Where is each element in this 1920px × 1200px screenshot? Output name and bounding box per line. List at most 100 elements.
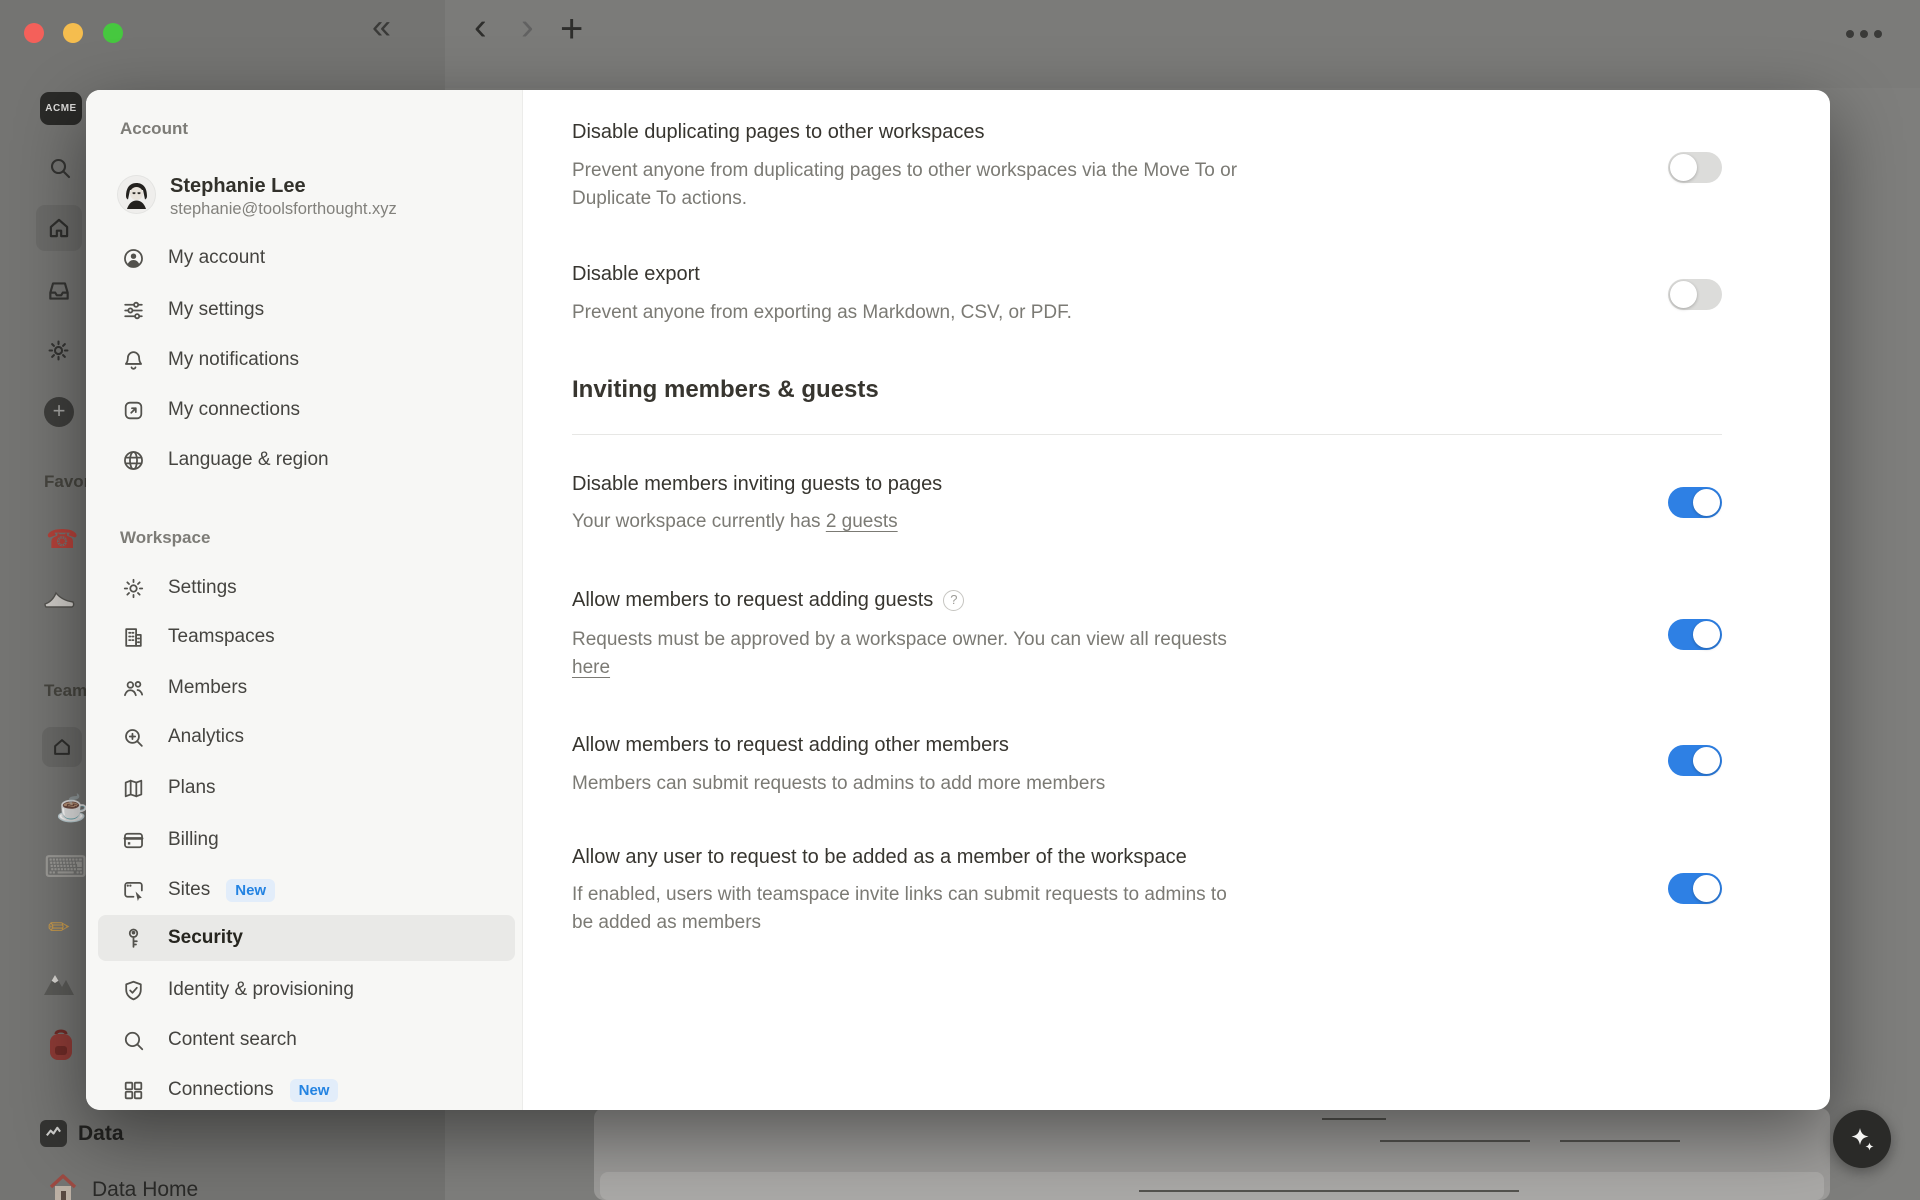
data-home-page-label[interactable]: Data Home	[92, 1178, 198, 1200]
sidebar-item-label: Connections	[168, 1079, 274, 1101]
sidebar-item-sites[interactable]: Sites New	[98, 867, 515, 913]
team-home-item[interactable]	[42, 727, 82, 767]
sidebar-item-settings[interactable]: Settings	[98, 565, 515, 611]
setting-title: Disable export	[572, 262, 700, 286]
sidebar-item-plans[interactable]: Plans	[98, 765, 515, 811]
sidebar-item-label: Teamspaces	[168, 626, 275, 648]
settings-sidebar: Account Stephanie Lee stephanie@toolsfor…	[86, 90, 523, 1110]
zoom-window-button[interactable]	[103, 23, 123, 43]
setting-description: Prevent anyone from exporting as Markdow…	[572, 299, 1072, 327]
add-page-button[interactable]: +	[44, 397, 74, 427]
people-icon	[120, 675, 146, 701]
sidebar-item-my-account[interactable]: My account	[98, 235, 515, 281]
toggle-knob	[1693, 875, 1720, 902]
toggle-request-join-workspace[interactable]	[1668, 873, 1722, 904]
sidebar-item-my-connections[interactable]: My connections	[98, 387, 515, 433]
sidebar-item-members[interactable]: Members	[98, 665, 515, 711]
sneaker-page-icon[interactable]	[42, 586, 76, 612]
sidebar-item-my-notifications[interactable]: My notifications	[98, 337, 515, 383]
sidebar-item-label: My account	[168, 247, 265, 269]
minimize-window-button[interactable]	[63, 23, 83, 43]
setting-description: Members can submit requests to admins to…	[572, 770, 1105, 798]
building-icon	[120, 624, 146, 650]
forward-icon[interactable]: ›	[521, 8, 534, 46]
more-options-icon[interactable]	[1845, 29, 1887, 39]
setting-title: Allow members to request adding other me…	[572, 733, 1009, 757]
requests-here-link[interactable]: here	[572, 657, 610, 678]
setting-description: here	[572, 654, 610, 682]
key-icon	[120, 925, 146, 951]
data-page-icon[interactable]	[40, 1120, 67, 1147]
setting-description: If enabled, users with teamspace invite …	[572, 881, 1227, 909]
settings-gear-icon[interactable]	[46, 338, 71, 363]
coffee-page-icon[interactable]: ☕	[56, 793, 88, 824]
sidebar-item-label: Analytics	[168, 726, 244, 748]
credit-card-icon	[120, 827, 146, 853]
new-badge: New	[290, 1079, 339, 1102]
settings-modal: Account Stephanie Lee stephanie@toolsfor…	[86, 90, 1830, 1110]
toggle-knob	[1670, 281, 1697, 308]
sidebar-item-label: Billing	[168, 829, 219, 851]
sidebar-collapse-icon[interactable]: «	[372, 10, 391, 44]
dimmed-page-row	[600, 1172, 1824, 1200]
pencil-page-icon[interactable]: ✏	[48, 912, 70, 943]
sidebar-item-content-search[interactable]: Content search	[98, 1017, 515, 1063]
inbox-icon[interactable]	[46, 278, 72, 304]
backpack-page-icon[interactable]	[46, 1026, 76, 1062]
sidebar-item-label: My settings	[168, 299, 264, 321]
help-icon[interactable]: ?	[943, 590, 964, 611]
sidebar-item-label: My notifications	[168, 349, 299, 371]
sidebar-item-language-region[interactable]: Language & region	[98, 437, 515, 483]
ai-sparkle-button[interactable]	[1833, 1110, 1891, 1168]
toggle-disable-guest-invites[interactable]	[1668, 487, 1722, 518]
magnifier-icon	[120, 1027, 146, 1053]
sidebar-item-identity-provisioning[interactable]: Identity & provisioning	[98, 967, 515, 1013]
setting-title: Allow any user to request to be added as…	[572, 845, 1187, 869]
sidebar-item-teamspaces[interactable]: Teamspaces	[98, 614, 515, 660]
section-divider	[572, 434, 1722, 435]
sidebar-item-label: Identity & provisioning	[168, 979, 354, 1001]
sidebar-item-label: Plans	[168, 777, 216, 799]
globe-icon	[120, 447, 146, 473]
toggle-disable-export[interactable]	[1668, 279, 1722, 310]
person-circle-icon	[120, 245, 146, 271]
sidebar-item-label: Members	[168, 677, 247, 699]
toggle-knob	[1693, 621, 1720, 648]
sidebar-item-label: Sites	[168, 879, 210, 901]
setting-title: Disable duplicating pages to other works…	[572, 120, 984, 144]
mountain-page-icon[interactable]	[42, 968, 76, 998]
toggle-request-members[interactable]	[1668, 745, 1722, 776]
sidebar-item-connections[interactable]: Connections New	[98, 1067, 515, 1110]
sidebar-item-my-settings[interactable]: My settings	[98, 287, 515, 333]
new-tab-icon[interactable]: +	[560, 9, 583, 49]
home-nav-item[interactable]	[36, 205, 82, 251]
arrow-box-icon	[120, 397, 146, 423]
sidebar-item-label: Language & region	[168, 449, 329, 471]
workspace-logo[interactable]: ACME	[40, 92, 82, 125]
back-icon[interactable]: ‹	[474, 8, 487, 46]
user-name: Stephanie Lee	[170, 175, 306, 198]
setting-title: Allow members to request adding guests?	[572, 588, 964, 612]
toggle-disable-duplicating[interactable]	[1668, 152, 1722, 183]
shield-check-icon	[120, 977, 146, 1003]
data-page-label[interactable]: Data	[78, 1122, 124, 1146]
bell-icon	[120, 347, 146, 373]
sidebar-item-billing[interactable]: Billing	[98, 817, 515, 863]
browser-cursor-icon	[120, 877, 146, 903]
sidebar-item-analytics[interactable]: Analytics	[98, 714, 515, 760]
setting-description: be added as members	[572, 909, 761, 937]
toggle-request-guests[interactable]	[1668, 619, 1722, 650]
search-icon[interactable]	[48, 156, 72, 180]
user-email: stephanie@toolsforthought.xyz	[170, 200, 397, 219]
phone-page-icon[interactable]: ☎	[46, 524, 78, 555]
data-home-page-icon[interactable]	[48, 1174, 78, 1200]
gear-icon	[120, 575, 146, 601]
close-window-button[interactable]	[24, 23, 44, 43]
keyboard-page-icon[interactable]: ⌨	[44, 850, 87, 885]
toggle-knob	[1693, 489, 1720, 516]
sidebar-item-security[interactable]: Security	[98, 915, 515, 961]
app-topbar	[445, 0, 1920, 88]
section-header: Inviting members & guests	[572, 376, 879, 404]
guests-link[interactable]: 2 guests	[826, 511, 898, 532]
new-badge: New	[226, 879, 275, 902]
